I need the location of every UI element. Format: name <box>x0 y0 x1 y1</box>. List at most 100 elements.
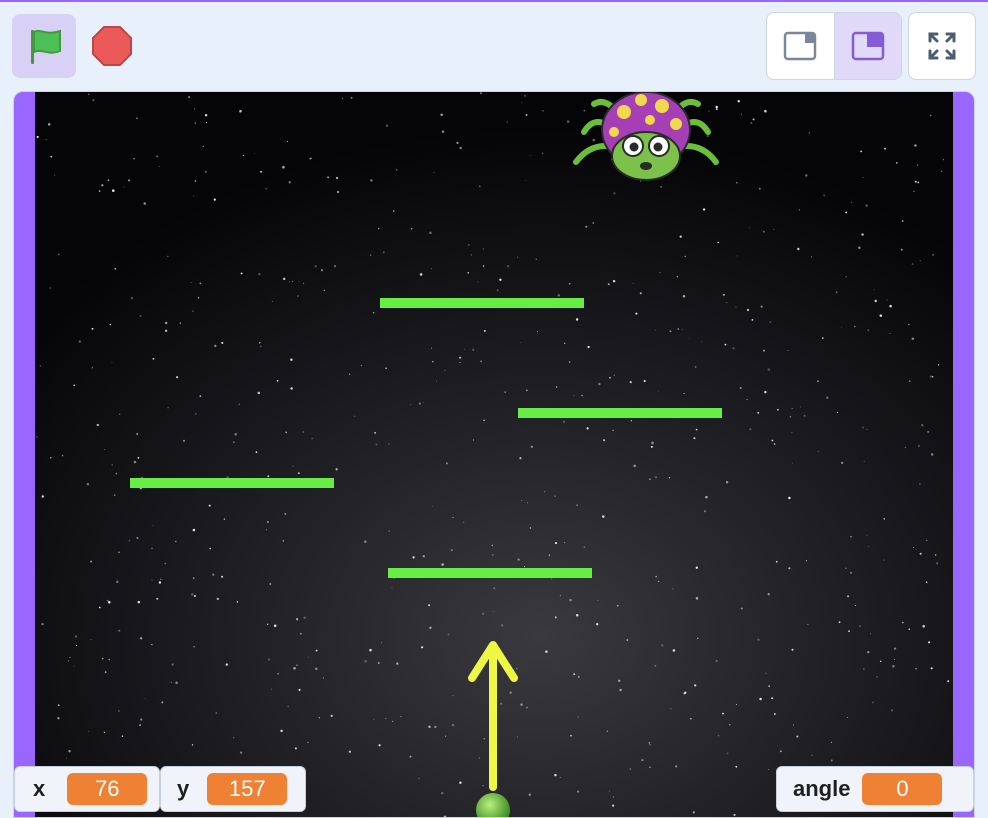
star <box>353 415 356 417</box>
star <box>528 793 531 796</box>
star <box>602 515 605 518</box>
star <box>757 638 760 641</box>
star <box>739 386 742 390</box>
star <box>472 348 475 351</box>
star <box>751 319 754 321</box>
green-flag-button[interactable] <box>12 14 76 78</box>
monitor-x-label: x <box>33 776 46 801</box>
star <box>550 578 553 580</box>
star <box>375 443 378 446</box>
star <box>322 677 324 679</box>
green-flag-icon <box>31 29 61 64</box>
star <box>65 757 67 759</box>
star <box>151 547 153 549</box>
star <box>845 275 847 278</box>
star <box>607 283 610 286</box>
star <box>670 708 672 710</box>
star <box>335 176 339 180</box>
star <box>496 289 499 292</box>
star <box>499 278 502 281</box>
stop-button[interactable] <box>80 14 144 78</box>
star <box>298 688 301 691</box>
star <box>823 194 826 197</box>
star <box>266 529 268 531</box>
star <box>115 472 118 475</box>
monitor-angle[interactable]: angle 0 <box>776 766 974 812</box>
star <box>613 374 615 376</box>
star <box>840 326 842 328</box>
star <box>265 187 268 190</box>
star <box>160 578 162 580</box>
stage[interactable] <box>13 91 975 818</box>
star <box>478 757 480 759</box>
star <box>409 755 412 758</box>
monitor-x[interactable]: x 76 <box>14 766 160 812</box>
star <box>617 604 619 607</box>
small-stage-button[interactable] <box>767 13 834 79</box>
star <box>581 394 583 397</box>
star <box>884 147 886 150</box>
star <box>692 811 695 814</box>
star <box>769 321 772 324</box>
star <box>851 201 853 203</box>
star <box>722 712 724 715</box>
star <box>554 773 557 777</box>
star <box>865 204 868 207</box>
star <box>548 554 551 556</box>
star <box>649 744 651 746</box>
star <box>330 714 333 718</box>
star <box>204 113 208 117</box>
star <box>429 231 432 235</box>
star <box>807 624 809 625</box>
star <box>128 540 131 542</box>
star <box>657 390 659 392</box>
star <box>758 187 761 190</box>
star <box>303 616 306 619</box>
stage-canvas[interactable] <box>35 92 953 818</box>
star <box>57 704 60 706</box>
star <box>659 272 661 274</box>
star <box>798 209 801 211</box>
star <box>341 97 343 99</box>
star <box>136 536 139 540</box>
star <box>530 154 532 156</box>
star <box>255 451 258 453</box>
star <box>483 738 485 740</box>
star <box>459 146 462 150</box>
star <box>791 407 793 410</box>
star <box>73 665 75 667</box>
star <box>926 539 928 542</box>
star <box>942 159 944 161</box>
star <box>740 607 743 610</box>
star <box>253 152 255 154</box>
star <box>373 718 375 720</box>
star <box>684 255 686 258</box>
star <box>459 781 462 784</box>
star <box>233 441 235 443</box>
star <box>682 295 686 298</box>
star <box>88 730 90 732</box>
star <box>668 476 671 479</box>
star <box>517 558 520 561</box>
star <box>841 461 844 464</box>
star <box>78 340 81 343</box>
star <box>862 426 864 429</box>
star <box>883 559 885 561</box>
star <box>661 644 664 647</box>
fullscreen-button[interactable] <box>908 12 976 80</box>
star <box>919 483 921 485</box>
large-stage-button[interactable] <box>833 13 901 79</box>
stop-sign-icon <box>92 26 132 66</box>
star <box>908 324 910 326</box>
star <box>564 542 566 544</box>
star <box>101 184 104 187</box>
star <box>258 341 261 344</box>
star <box>90 638 92 640</box>
star <box>103 731 106 734</box>
star <box>75 644 78 646</box>
monitor-y[interactable]: y 157 <box>160 766 306 812</box>
star <box>830 741 832 743</box>
star <box>130 296 134 300</box>
star <box>212 573 215 576</box>
star <box>732 347 735 350</box>
